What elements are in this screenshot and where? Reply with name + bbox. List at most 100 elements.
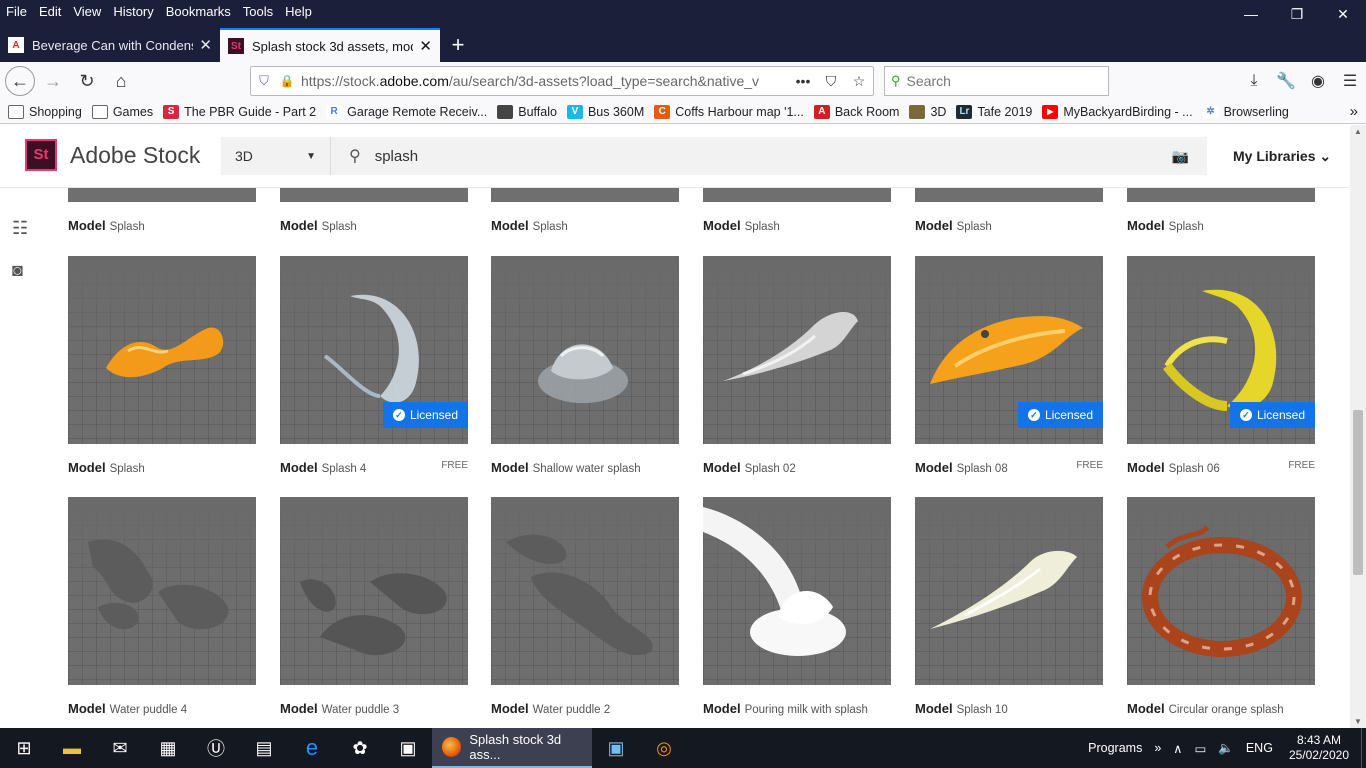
thumbnail-partial[interactable]	[68, 188, 256, 202]
unreal-engine-icon[interactable]: Ⓤ	[192, 728, 240, 768]
asset-card[interactable]: Model Pouring milk with splash	[703, 497, 891, 716]
asset-caption[interactable]: Model Splash	[1127, 218, 1315, 233]
asset-thumbnail[interactable]	[703, 497, 891, 685]
menu-view[interactable]: View	[67, 4, 107, 19]
forward-icon[interactable]: →	[37, 65, 69, 97]
asset-card[interactable]: Model Circular orange splash	[1127, 497, 1315, 716]
menu-tools[interactable]: Tools	[237, 4, 279, 19]
asset-thumbnail[interactable]	[491, 256, 679, 444]
asset-card[interactable]: ✓ Licensed Model Splash 4 FREE	[280, 256, 468, 475]
show-desktop-button[interactable]	[1361, 728, 1366, 768]
close-tab-icon[interactable]: ✕	[199, 36, 212, 54]
thumbnail-partial[interactable]	[1127, 188, 1315, 202]
search-engine-icon[interactable]: ⚲	[891, 73, 901, 89]
tab-beverage-can[interactable]: A Beverage Can with Condensati ✕	[0, 28, 220, 62]
asset-card[interactable]: Model Splash 02	[703, 256, 891, 475]
bookmark-bus[interactable]: V Bus 360M	[566, 104, 644, 119]
new-tab-icon[interactable]: +	[440, 28, 476, 62]
lock-icon[interactable]: 🔒	[277, 74, 297, 88]
asset-thumbnail[interactable]	[68, 256, 256, 444]
bookmark-mybackyardbirding[interactable]: ▶ MyBackyardBirding - ...	[1042, 104, 1193, 119]
bookmark-back-room[interactable]: A Back Room	[813, 104, 899, 119]
bookmark-shopping[interactable]: Shopping	[8, 104, 82, 119]
bookmark-tafe[interactable]: Lr Tafe 2019	[956, 104, 1032, 119]
bookmark-browserling[interactable]: ✲ Browserling	[1202, 104, 1289, 119]
asset-caption[interactable]: Model Splash	[915, 218, 1103, 233]
mail-icon[interactable]: ✉	[96, 728, 144, 768]
asset-thumbnail[interactable]	[703, 256, 891, 444]
asset-card[interactable]: Model Water puddle 3	[280, 497, 468, 716]
pocket-icon[interactable]: ⛉	[817, 73, 845, 90]
menu-bookmarks[interactable]: Bookmarks	[160, 4, 237, 19]
asset-thumbnail[interactable]: ✓ Licensed	[915, 256, 1103, 444]
bookmark-garage-remote[interactable]: R Garage Remote Receiv...	[326, 104, 487, 119]
tracking-shield-icon[interactable]: ⛉	[251, 73, 277, 89]
programs-toolbar[interactable]: Programs	[1088, 741, 1142, 755]
thumbnail-partial[interactable]	[491, 188, 679, 202]
brand-name[interactable]: Adobe Stock	[70, 142, 200, 169]
tab-splash-stock[interactable]: St Splash stock 3d assets, models, ✕	[220, 28, 440, 62]
page-scrollbar[interactable]: ▲ ▼	[1350, 125, 1366, 728]
menu-history[interactable]: History	[107, 4, 159, 19]
url-text[interactable]: https://stock.adobe.com/au/search/3d-ass…	[297, 73, 789, 89]
back-icon[interactable]: ←	[5, 66, 35, 96]
blender-icon[interactable]: ◎	[640, 728, 688, 768]
input-language[interactable]: ENG	[1246, 741, 1273, 755]
asset-card[interactable]: Model Splash	[68, 256, 256, 475]
bookmark-star-icon[interactable]: ☆	[845, 73, 873, 90]
asset-thumbnail[interactable]: ✓ Licensed	[1127, 256, 1315, 444]
asset-thumbnail[interactable]	[915, 497, 1103, 685]
network-icon[interactable]: ▭	[1194, 741, 1206, 756]
volume-icon[interactable]: 🔈	[1218, 741, 1234, 756]
asset-card[interactable]: Model Splash 10	[915, 497, 1103, 716]
paint-icon[interactable]: ✿	[336, 728, 384, 768]
asset-thumbnail[interactable]	[1127, 497, 1315, 685]
asset-card[interactable]: Model Shallow water splash	[491, 256, 679, 475]
asset-caption[interactable]: Model Splash	[68, 218, 256, 233]
asset-caption[interactable]: Model Splash	[491, 218, 679, 233]
toolbar-expand-icon[interactable]: »	[1154, 741, 1161, 755]
asset-card[interactable]: Model Water puddle 4	[68, 497, 256, 716]
asset-card[interactable]: ✓ Licensed Model Splash 08 FREE	[915, 256, 1103, 475]
bookmark-buffalo[interactable]: Buffalo	[497, 104, 557, 119]
home-icon[interactable]: ⌂	[105, 65, 137, 97]
filters-icon[interactable]: ☷	[12, 218, 28, 239]
hamburger-menu-icon[interactable]: ☰	[1334, 71, 1366, 91]
stock-logo[interactable]: St	[25, 139, 57, 171]
thumbnail-partial[interactable]	[280, 188, 468, 202]
asset-card[interactable]: Model Water puddle 2	[491, 497, 679, 716]
edge-icon[interactable]: e	[288, 728, 336, 768]
asset-thumbnail[interactable]	[68, 497, 256, 685]
asset-caption[interactable]: Model Splash	[703, 218, 891, 233]
scroll-down-icon[interactable]: ▼	[1354, 717, 1362, 726]
search-field[interactable]: ⚲ Search	[884, 66, 1109, 96]
calendar-icon[interactable]: ▤	[240, 728, 288, 768]
wrench-icon[interactable]: 🔧	[1270, 71, 1302, 91]
menu-help[interactable]: Help	[279, 4, 318, 19]
stock-search-input[interactable]: ⚲ splash 📷	[331, 137, 1207, 175]
menu-edit[interactable]: Edit	[33, 4, 67, 19]
reload-icon[interactable]: ↻	[71, 65, 103, 97]
more-bookmarks-icon[interactable]: »	[1350, 103, 1358, 120]
asset-thumbnail[interactable]: ✓ Licensed	[280, 256, 468, 444]
bookmark-pbr-guide[interactable]: S The PBR Guide - Part 2	[163, 104, 316, 119]
download-icon[interactable]: ⤓	[1238, 72, 1270, 90]
page-actions-icon[interactable]: •••	[789, 73, 817, 89]
bookmark-coffs-harbour[interactable]: C Coffs Harbour map '1...	[654, 104, 804, 119]
scrollbar-thumb[interactable]	[1353, 410, 1363, 575]
photos-icon[interactable]: ▣	[384, 728, 432, 768]
taskbar-firefox-window[interactable]: Splash stock 3d ass...	[432, 728, 592, 768]
windows-start-icon[interactable]: ⊞	[0, 728, 48, 768]
scroll-up-icon[interactable]: ▲	[1354, 127, 1362, 136]
my-libraries-button[interactable]: My Libraries ⌄	[1233, 148, 1331, 165]
remote-desktop-icon[interactable]: ▣	[592, 728, 640, 768]
account-icon[interactable]: ◉	[1302, 71, 1334, 91]
thumbnail-partial[interactable]	[915, 188, 1103, 202]
visual-search-camera-icon[interactable]: 📷	[1172, 148, 1189, 165]
file-explorer-icon[interactable]: ▬	[48, 728, 96, 768]
store-icon[interactable]: ▦	[144, 728, 192, 768]
tray-chevron-icon[interactable]: ∧	[1173, 741, 1182, 756]
asset-caption[interactable]: Model Splash	[280, 218, 468, 233]
clock[interactable]: 8:43 AM 25/02/2020	[1289, 733, 1349, 763]
asset-card[interactable]: ✓ Licensed Model Splash 06 FREE	[1127, 256, 1315, 475]
